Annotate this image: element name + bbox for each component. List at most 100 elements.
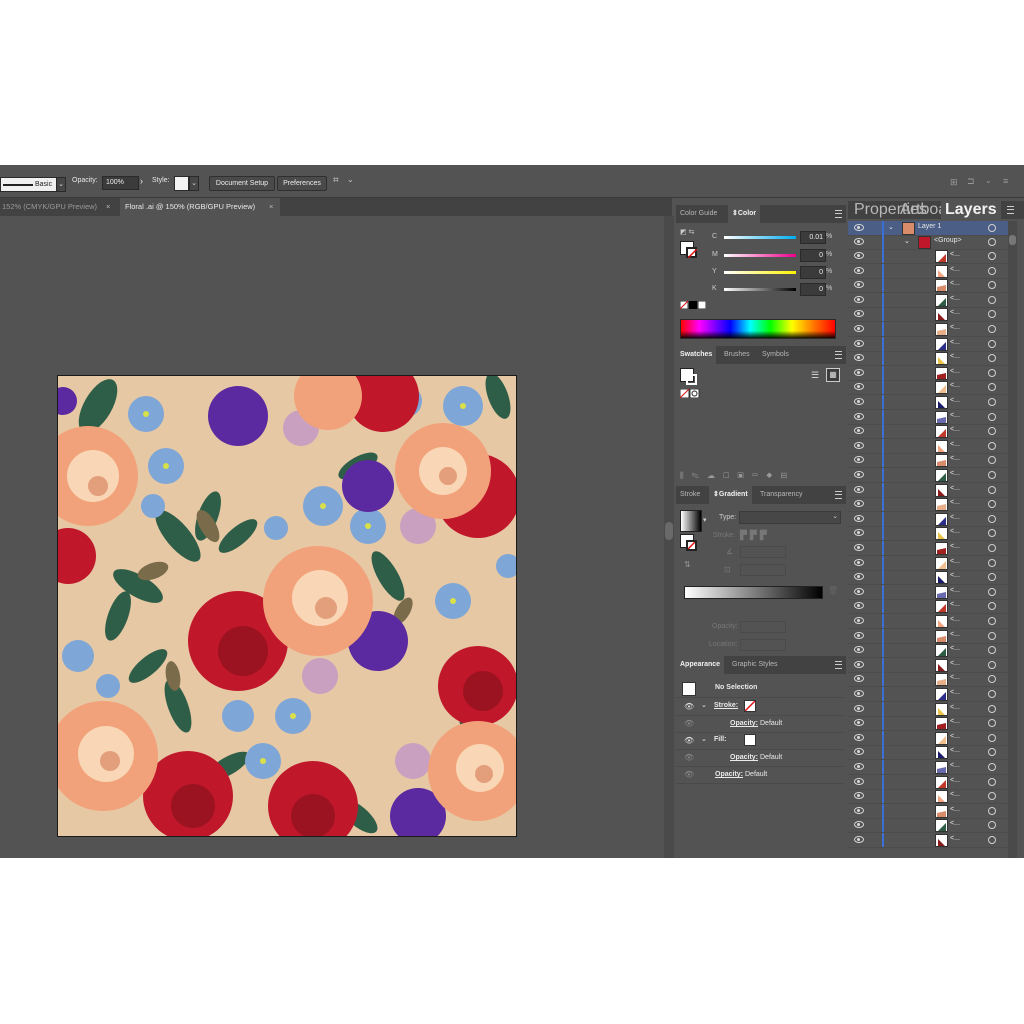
tab-floral-document[interactable]: Floral .ai @ 150% (RGB/GPU Preview) × <box>120 198 280 216</box>
eye-icon[interactable] <box>854 485 864 493</box>
fill-white-swatch[interactable] <box>744 734 756 746</box>
target-icon[interactable] <box>988 748 996 757</box>
arrange-icon[interactable]: ⌗ <box>333 175 339 186</box>
layer-row-path[interactable]: <... <box>848 424 1008 440</box>
tab-layers[interactable]: Layers <box>941 201 1001 219</box>
tab-graphic-styles[interactable]: Graphic Styles <box>728 656 782 674</box>
chevron-down-icon[interactable]: ⌄ <box>189 176 199 191</box>
target-icon[interactable] <box>988 821 996 830</box>
close-icon[interactable]: × <box>106 198 110 216</box>
target-icon[interactable] <box>988 646 996 655</box>
chevron-down-icon[interactable]: ⌄ <box>904 237 910 245</box>
eye-icon[interactable]: 👁 <box>684 753 694 762</box>
target-icon[interactable] <box>988 485 996 494</box>
cyan-slider[interactable]: C 0.01 % <box>676 231 846 245</box>
layer-row-path[interactable]: <... <box>848 307 1008 323</box>
chevron-down-icon[interactable]: ▾ <box>703 516 707 524</box>
target-icon[interactable] <box>988 500 996 509</box>
tab-transparency[interactable]: Transparency <box>756 486 807 504</box>
eye-icon[interactable] <box>854 806 864 814</box>
layer-row-path[interactable]: <... <box>848 409 1008 425</box>
tab-brushes[interactable]: Brushes <box>720 346 754 364</box>
chevron-down-icon[interactable]: ⌄ <box>888 223 894 231</box>
eye-icon[interactable] <box>854 368 864 376</box>
appearance-stroke-row[interactable]: 👁 ⌄ Stroke: <box>676 698 844 716</box>
document-setup-button[interactable]: Document Setup <box>209 176 275 191</box>
layer-row-path[interactable]: <... <box>848 599 1008 615</box>
target-icon[interactable] <box>988 558 996 567</box>
cyan-ramp[interactable] <box>724 236 796 239</box>
target-icon[interactable] <box>988 806 996 815</box>
eye-icon[interactable] <box>854 602 864 610</box>
layer-row-path[interactable]: <... <box>848 526 1008 542</box>
target-icon[interactable] <box>988 368 996 377</box>
magenta-ramp[interactable] <box>724 254 796 257</box>
target-icon[interactable] <box>988 660 996 669</box>
eye-icon[interactable] <box>854 690 864 697</box>
layer-row-path[interactable]: <... <box>848 482 1008 498</box>
black-value-input[interactable]: 0 <box>800 283 826 296</box>
eye-icon[interactable] <box>854 295 864 303</box>
stroke-none-swatch[interactable] <box>744 700 756 712</box>
target-icon[interactable] <box>988 295 996 304</box>
layer-row-path[interactable]: <... <box>848 351 1008 367</box>
yellow-value-input[interactable]: 0 <box>800 266 826 279</box>
target-icon[interactable] <box>988 792 996 801</box>
target-icon[interactable] <box>988 529 996 538</box>
layer-row-path[interactable]: <... <box>848 716 1008 732</box>
tab-appearance[interactable]: Appearance <box>676 656 725 674</box>
layer-row-path[interactable]: <... <box>848 511 1008 527</box>
target-icon[interactable] <box>988 224 996 232</box>
swatch-none-and-registration[interactable] <box>679 388 700 400</box>
eye-icon[interactable] <box>854 631 864 639</box>
target-icon[interactable] <box>988 252 996 260</box>
target-icon[interactable] <box>988 602 996 611</box>
gradient-preview[interactable] <box>680 510 702 532</box>
layer-row-path[interactable]: <... <box>848 322 1008 337</box>
eye-icon[interactable] <box>854 398 864 405</box>
layer-row-path[interactable]: <... <box>848 292 1008 308</box>
opacity-input[interactable]: 100% <box>102 176 139 190</box>
eye-icon[interactable] <box>854 836 864 843</box>
layer-row-path[interactable]: <... <box>848 365 1008 381</box>
eye-icon[interactable] <box>854 310 864 318</box>
layer-row-path[interactable]: <... <box>848 614 1008 629</box>
eye-icon[interactable] <box>854 544 864 551</box>
target-icon[interactable] <box>988 763 996 771</box>
gradient-type-select[interactable]: ⌄ <box>739 511 841 524</box>
panel-menu-icon[interactable] <box>835 351 842 359</box>
target-icon[interactable] <box>988 325 996 333</box>
layer-row-group[interactable]: ⌄ <Group> <box>848 235 1008 250</box>
eye-icon[interactable] <box>854 573 864 581</box>
eye-icon[interactable]: 👁 <box>684 702 694 711</box>
layer-row-path[interactable]: <... <box>848 278 1008 294</box>
transform-icon[interactable]: ⊐ <box>967 176 975 187</box>
eye-icon[interactable] <box>854 339 864 347</box>
layer-row-path[interactable]: <... <box>848 643 1008 659</box>
align-icon[interactable]: ⊞ <box>950 177 958 188</box>
target-icon[interactable] <box>988 544 996 552</box>
eye-icon[interactable] <box>854 354 864 362</box>
target-icon[interactable] <box>988 573 996 582</box>
target-icon[interactable] <box>988 281 996 290</box>
eye-icon[interactable] <box>854 675 864 683</box>
target-icon[interactable] <box>988 471 996 479</box>
cyan-value-input[interactable]: 0.01 <box>800 231 826 244</box>
layer-row-path[interactable]: <... <box>848 803 1008 819</box>
appearance-object-opacity-row[interactable]: 👁 Opacity: Default <box>676 766 844 784</box>
yellow-slider[interactable]: Y 0 % <box>676 266 846 280</box>
target-icon[interactable] <box>988 266 996 275</box>
style-swatch[interactable] <box>174 176 189 191</box>
eye-icon[interactable] <box>854 558 864 566</box>
chevron-right-icon[interactable]: › <box>140 176 143 186</box>
layer-row-path[interactable]: <... <box>848 263 1008 279</box>
layer-row-path[interactable]: <... <box>848 687 1008 702</box>
stroke-color-swatch[interactable] <box>686 540 697 551</box>
layer-row-path[interactable]: <... <box>848 249 1008 264</box>
eye-icon[interactable] <box>854 529 864 537</box>
canvas-vertical-scrollbar[interactable] <box>664 216 674 858</box>
layer-row-path[interactable]: <... <box>848 380 1008 396</box>
panel-menu-icon[interactable] <box>835 661 842 669</box>
layer-row-path[interactable]: <... <box>848 628 1008 644</box>
target-icon[interactable] <box>988 836 996 844</box>
